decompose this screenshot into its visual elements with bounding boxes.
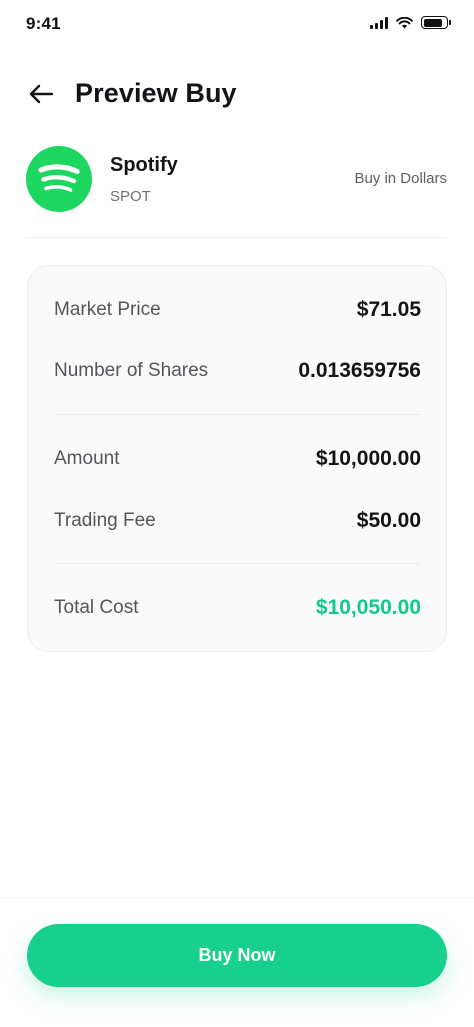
status-bar: 9:41: [0, 0, 474, 48]
market-price-value: $71.05: [356, 298, 421, 321]
trading-fee-value: $50.00: [356, 509, 421, 532]
battery-icon: [421, 16, 451, 29]
status-time: 9:41: [26, 14, 61, 33]
back-button[interactable]: [26, 80, 56, 108]
amount-label: Amount: [54, 448, 120, 469]
buy-mode-label[interactable]: Buy in Dollars: [354, 170, 447, 187]
stock-info: Spotify SPOT Buy in Dollars: [26, 146, 447, 212]
battery-level: [423, 18, 443, 27]
arrow-left-icon: [29, 84, 54, 104]
wifi-icon: [396, 16, 413, 28]
cellular-signal-icon: [370, 16, 388, 29]
shares-row: Number of Shares 0.013659756: [54, 356, 421, 386]
market-price-label: Market Price: [54, 299, 161, 320]
total-cost-row: Total Cost $10,050.00: [54, 593, 421, 623]
order-summary-card: Market Price $71.05 Number of Shares 0.0…: [27, 265, 447, 652]
trading-fee-label: Trading Fee: [54, 510, 156, 531]
shares-value: 0.013659756: [298, 359, 421, 382]
stock-name: Spotify: [110, 154, 178, 176]
total-cost-label: Total Cost: [54, 597, 139, 618]
total-cost-value: $10,050.00: [315, 596, 421, 619]
buy-now-button[interactable]: Buy Now: [27, 924, 447, 987]
card-divider: [54, 414, 421, 415]
spotify-logo-icon: [26, 146, 92, 212]
stock-ticker: SPOT: [110, 188, 151, 205]
card-divider: [54, 563, 421, 564]
status-icons: [370, 16, 451, 29]
page-title: Preview Buy: [75, 78, 237, 108]
amount-value: $10,000.00: [315, 447, 421, 470]
amount-row: Amount $10,000.00: [54, 444, 421, 474]
shares-label: Number of Shares: [54, 360, 209, 381]
header: Preview Buy: [0, 68, 474, 120]
bottom-bar-divider: [0, 897, 474, 898]
market-price-row: Market Price $71.05: [54, 295, 421, 325]
divider: [26, 237, 447, 238]
trading-fee-row: Trading Fee $50.00: [54, 506, 421, 536]
